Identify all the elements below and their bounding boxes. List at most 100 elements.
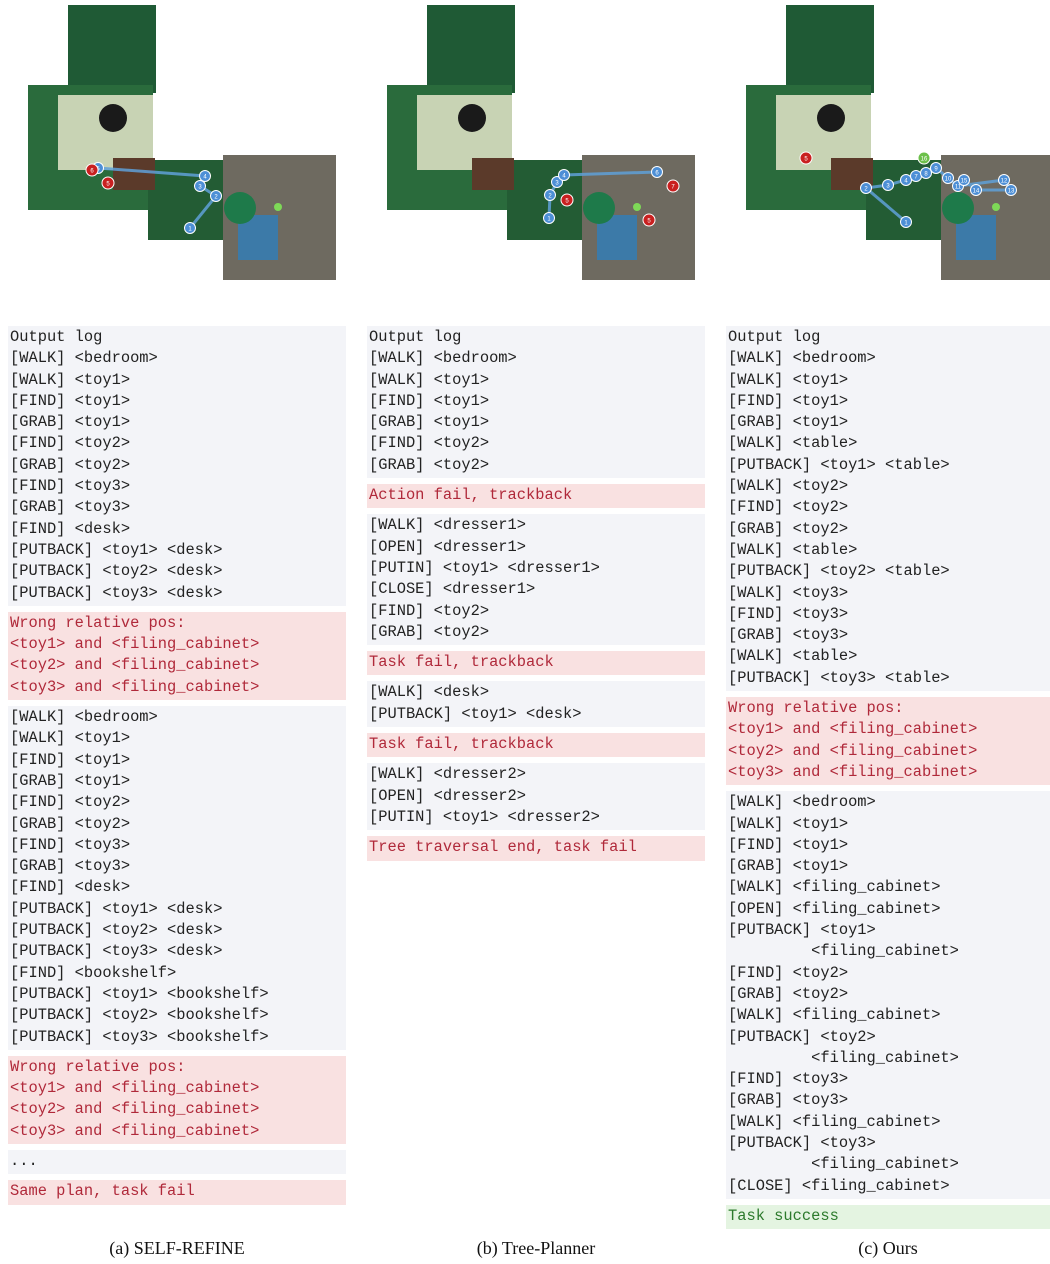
scene-map: 1234565 <box>28 5 336 280</box>
log-line: [WALK] <bedroom> <box>728 349 876 368</box>
log-line: [FIND] <toy3> <box>10 477 131 496</box>
log-line: Task success <box>728 1206 839 1225</box>
log-line: [GRAB] <toy3> <box>728 1091 849 1110</box>
log-line: [PUTBACK] <toy3> <bookshelf> <box>10 1027 269 1046</box>
panel-caption: (a) SELF-REFINE <box>109 1238 245 1258</box>
waypoint-label: 14 <box>973 189 980 195</box>
log-line: [PUTBACK] <toy1> <desk> <box>10 899 223 918</box>
log-line: <toy3> and <filing_cabinet> <box>10 1121 260 1140</box>
log-line: [WALK] <bedroom> <box>10 708 158 727</box>
error-block: Task fail, trackback <box>367 651 705 676</box>
log-line: [PUTBACK] <toy3> <desk> <box>10 942 223 961</box>
room-top <box>786 5 874 93</box>
log-line: [GRAB] <toy2> <box>728 984 849 1003</box>
log-line: [WALK] <bedroom> <box>728 793 876 812</box>
room-top <box>427 5 515 93</box>
waypoint-label: 10 <box>945 177 952 183</box>
scene-render: 1 2 3 4 7 8 9 10 11 12 13 14 15 5 16 <box>736 0 1050 285</box>
log-line: [PUTBACK] <toy3> <desk> <box>10 583 223 602</box>
scene-map: 1234 6575 <box>387 5 695 280</box>
log-line: [FIND] <toy1> <box>369 391 490 410</box>
log-line: [GRAB] <toy1> <box>728 413 849 432</box>
output-log: Output log [WALK] <bedroom> [WALK] <toy1>[… <box>367 326 705 867</box>
log-block: [WALK] <bedroom> [WALK] <toy1> [FIND] <toy… <box>8 706 346 1050</box>
log-line: [OPEN] <dresser1> <box>369 537 527 556</box>
log-line: [PUTBACK] <toy2> <box>728 1027 876 1046</box>
log-line: [FIND] <toy2> <box>728 963 849 982</box>
rug-icon <box>942 192 974 224</box>
table-icon <box>99 104 127 132</box>
error-block: Action fail, trackback <box>367 484 705 509</box>
log-line: [GRAB] <toy1> <box>10 413 131 432</box>
log-line: ... <box>10 1151 38 1170</box>
log-line: [PUTBACK] <toy3> <box>728 1133 876 1152</box>
log-line: <toy3> and <filing_cabinet> <box>728 762 978 781</box>
log-block: ... <box>8 1149 346 1175</box>
goal-dot <box>992 203 1000 211</box>
panel-caption: (c) Ours <box>858 1238 918 1258</box>
log-line: [WALK] <dresser2> <box>369 765 527 784</box>
log-line: [PUTIN] <toy1> <dresser1> <box>369 558 600 577</box>
waypoint-label: 11 <box>955 185 962 191</box>
log-line: [GRAB] <toy1> <box>369 413 490 432</box>
panel-caption: (b) Tree-Planner <box>476 1238 596 1258</box>
log-line: [CLOSE] <filing_cabinet> <box>728 1176 950 1195</box>
log-line: [PUTBACK] <toy1> <table> <box>728 455 950 474</box>
log-line: [WALK] <table> <box>728 434 858 453</box>
log-line: <toy1> and <filing_cabinet> <box>10 635 260 654</box>
log-line: [PUTBACK] <toy3> <table> <box>728 668 950 687</box>
log-line: <toy3> and <filing_cabinet> <box>10 677 260 696</box>
error-block: Wrong relative pos: <toy1> and <filing_ca… <box>8 611 346 701</box>
error-block: Wrong relative pos: <toy1> and <filing_ca… <box>726 697 1050 786</box>
log-line: [WALK] <toy1> <box>728 370 849 389</box>
log-block: [WALK] <dresser2> [OPEN] <dresser2> [PUTIN… <box>367 763 705 831</box>
log-block: [WALK] <bedroom> [WALK] <toy1> [FIND] <toy… <box>726 791 1050 1199</box>
log-block: [WALK] <dresser1> [OPEN] <dresser1> [PUTIN… <box>367 514 705 646</box>
log-line: Output log <box>369 328 462 346</box>
goal-dot <box>633 203 641 211</box>
log-line: [FIND] <toy2> <box>369 601 490 620</box>
log-line: [GRAB] <toy3> <box>10 498 131 517</box>
scene-map: 12 347 891011121314155 16 <box>746 5 1050 280</box>
log-line: Wrong relative pos: <box>728 699 904 718</box>
log-line: [GRAB] <toy1> <box>728 857 849 876</box>
log-line: [OPEN] <filing_cabinet> <box>728 899 941 918</box>
room-top <box>68 5 156 93</box>
log-line: <filing_cabinet> <box>728 942 959 961</box>
log-line: [WALK] <table> <box>728 647 858 666</box>
log-line: [FIND] <toy2> <box>10 434 131 453</box>
log-line: [FIND] <desk> <box>10 878 131 897</box>
rug-icon <box>224 192 256 224</box>
log-line: [GRAB] <toy3> <box>10 857 131 876</box>
log-line: [PUTBACK] <toy1> <desk> <box>10 540 223 559</box>
log-line: Tree traversal end, task fail <box>369 838 637 857</box>
log-block: [WALK] <desk> [PUTBACK] <toy1> <desk> <box>367 681 705 728</box>
log-line: [FIND] <toy3> <box>728 604 849 623</box>
log-line: [CLOSE] <dresser1> <box>369 580 536 599</box>
output-log: Output log [WALK] <bedroom> [WALK] <toy1>[… <box>8 326 346 1211</box>
log-line: [WALK] <toy1> <box>10 370 131 389</box>
log-line: [GRAB] <toy2> <box>10 455 131 474</box>
log-line: [WALK] <toy2> <box>728 477 849 496</box>
log-line: [WALK] <toy1> <box>728 814 849 833</box>
log-line: Wrong relative pos: <box>10 1057 186 1076</box>
log-line: <toy1> and <filing_cabinet> <box>728 720 978 739</box>
log-line: [WALK] <filing_cabinet> <box>728 1006 941 1025</box>
log-line: Action fail, trackback <box>369 486 573 505</box>
log-line: [PUTIN] <toy1> <dresser2> <box>369 807 600 826</box>
waypoint-label: 13 <box>1008 189 1015 195</box>
log-line: [GRAB] <toy2> <box>10 814 131 833</box>
error-block: Task fail, trackback <box>367 733 705 758</box>
goal-dot <box>274 203 282 211</box>
log-line: [GRAB] <toy2> <box>369 622 490 641</box>
log-line: [WALK] <table> <box>728 540 858 559</box>
log-line: [PUTBACK] <toy1> <bookshelf> <box>10 984 269 1003</box>
log-line: [FIND] <bookshelf> <box>10 963 177 982</box>
log-line: [WALK] <filing_cabinet> <box>728 1112 941 1131</box>
log-line: [FIND] <toy2> <box>728 498 849 517</box>
counter <box>113 158 155 190</box>
log-line: [WALK] <bedroom> <box>10 349 158 368</box>
log-line: [GRAB] <toy2> <box>369 455 490 474</box>
log-line: [WALK] <dresser1> <box>369 516 527 535</box>
log-line: [WALK] <bedroom> <box>369 349 517 368</box>
